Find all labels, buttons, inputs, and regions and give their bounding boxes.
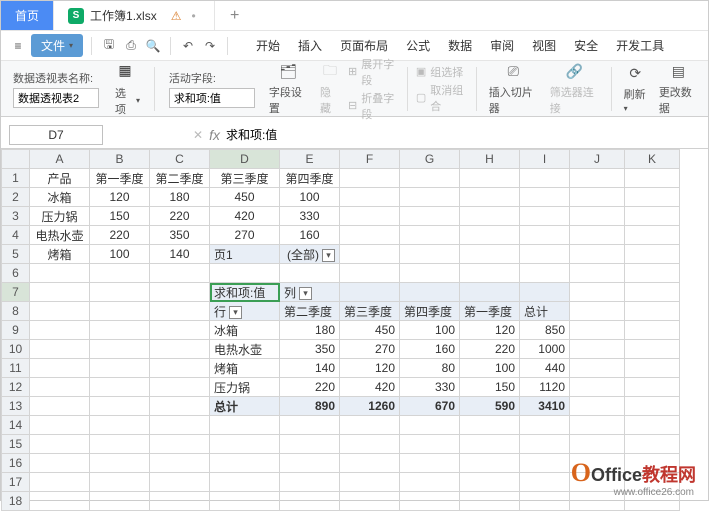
expand-icon: ⊞ xyxy=(348,65,357,78)
col-header[interactable]: J xyxy=(570,150,625,169)
select-all-corner[interactable] xyxy=(2,150,30,169)
menu-insert[interactable]: 插入 xyxy=(298,37,322,54)
col-header[interactable]: G xyxy=(400,150,460,169)
doc-title: 工作簿1.xlsx xyxy=(90,7,157,24)
row-header[interactable]: 17 xyxy=(2,473,30,492)
menu-start[interactable]: 开始 xyxy=(256,37,280,54)
print-icon[interactable]: ⎙ xyxy=(122,38,140,53)
row-header[interactable]: 14 xyxy=(2,416,30,435)
pivot-row-label[interactable]: 行▾ xyxy=(210,302,280,321)
slicer-conn-icon: 🔗 xyxy=(564,62,584,82)
col-header[interactable]: K xyxy=(625,150,680,169)
cell[interactable]: 第三季度 xyxy=(210,169,280,188)
expand-field-button: ⊞展开字段 xyxy=(348,56,399,88)
row-header[interactable]: 11 xyxy=(2,359,30,378)
row-header[interactable]: 8 xyxy=(2,302,30,321)
collapse-field-button: ⊟折叠字段 xyxy=(348,90,399,122)
col-header[interactable]: A xyxy=(30,150,90,169)
redo-icon[interactable]: ↷ xyxy=(201,39,219,53)
insert-slicer-button[interactable]: ⎚ 插入切片器 xyxy=(485,60,542,118)
col-header[interactable]: B xyxy=(90,150,150,169)
pivot-page-value[interactable]: (全部)▾ xyxy=(280,245,340,264)
app-menu-icon[interactable]: ≡ xyxy=(9,39,27,53)
hide-icon: 🗀 xyxy=(320,62,340,82)
refresh-icon: ⟳ xyxy=(625,64,645,84)
pivot-name-label: 数据透视表名称: xyxy=(13,70,93,86)
group-select-button: ▣组选择 xyxy=(416,64,468,80)
slicer-icon: ⎚ xyxy=(503,62,523,82)
field-settings-icon: 🗂 xyxy=(278,62,298,82)
col-header[interactable]: C xyxy=(150,150,210,169)
row-header[interactable]: 5 xyxy=(2,245,30,264)
active-field-input[interactable] xyxy=(169,88,255,108)
row-header[interactable]: 3 xyxy=(2,207,30,226)
pivot-col-label[interactable]: 列▾ xyxy=(280,283,340,302)
fx-cancel-icon[interactable]: ✕ xyxy=(193,128,203,142)
formula-input[interactable] xyxy=(226,128,526,142)
ungroup-button: ▢取消组合 xyxy=(416,82,468,114)
row-header[interactable]: 2 xyxy=(2,188,30,207)
pivot-values-label[interactable]: 求和项:值 xyxy=(210,283,280,302)
options-button[interactable]: 选项▾ xyxy=(115,85,140,117)
row-header[interactable]: 1 xyxy=(2,169,30,188)
save-icon[interactable]: 🖫 xyxy=(100,35,118,56)
pivot-page-field[interactable]: 页1 xyxy=(210,245,280,264)
name-box[interactable]: D7 xyxy=(9,125,103,145)
cell[interactable]: 第二季度 xyxy=(150,169,210,188)
row-header[interactable]: 16 xyxy=(2,454,30,473)
col-header[interactable]: H xyxy=(460,150,520,169)
slicer-conn-button: 🔗 筛选器连接 xyxy=(546,60,603,118)
active-field-label: 活动字段: xyxy=(169,70,216,86)
col-header[interactable]: D xyxy=(210,150,280,169)
dropdown-icon[interactable]: ▾ xyxy=(229,306,242,319)
dropdown-icon[interactable]: ▾ xyxy=(322,249,335,262)
group-icon: ▣ xyxy=(416,65,426,78)
row-header[interactable]: 10 xyxy=(2,340,30,359)
tab-add[interactable]: + xyxy=(215,1,255,30)
preview-icon[interactable]: 🔍 xyxy=(144,39,162,53)
file-menu[interactable]: 文件▾ xyxy=(31,34,83,57)
hide-button[interactable]: 🗀 隐藏 xyxy=(316,60,344,118)
options-icon: ▦ xyxy=(115,61,135,81)
tab-document[interactable]: S 工作簿1.xlsx ⚠ • xyxy=(54,1,215,30)
row-header[interactable]: 7 xyxy=(2,283,30,302)
pivot-name-input[interactable] xyxy=(13,88,99,108)
col-header[interactable]: I xyxy=(520,150,570,169)
row-header[interactable]: 18 xyxy=(2,492,30,511)
warning-icon: ⚠ xyxy=(171,9,182,23)
tab-home[interactable]: 首页 xyxy=(1,1,54,30)
menu-dev[interactable]: 开发工具 xyxy=(616,37,664,54)
spreadsheet-icon: S xyxy=(68,8,84,24)
change-data-icon: ▤ xyxy=(668,62,688,82)
menu-layout[interactable]: 页面布局 xyxy=(340,37,388,54)
ungroup-icon: ▢ xyxy=(416,91,426,104)
row-header[interactable]: 15 xyxy=(2,435,30,454)
field-settings-button[interactable]: 🗂 字段设置 xyxy=(265,60,312,118)
row-header[interactable]: 13 xyxy=(2,397,30,416)
cell[interactable]: 第四季度 xyxy=(280,169,340,188)
change-data-button[interactable]: ▤ 更改数据 xyxy=(655,60,702,118)
row-header[interactable]: 12 xyxy=(2,378,30,397)
watermark-url: www.office26.com xyxy=(614,487,694,498)
collapse-icon: ⊟ xyxy=(348,99,357,112)
menu-security[interactable]: 安全 xyxy=(574,37,598,54)
row-header[interactable]: 9 xyxy=(2,321,30,340)
col-header[interactable]: F xyxy=(340,150,400,169)
menu-formula[interactable]: 公式 xyxy=(406,37,430,54)
menu-review[interactable]: 审阅 xyxy=(490,37,514,54)
row-header[interactable]: 6 xyxy=(2,264,30,283)
col-header[interactable]: E xyxy=(280,150,340,169)
row-header[interactable]: 4 xyxy=(2,226,30,245)
refresh-button[interactable]: ⟳ 刷新▾ xyxy=(620,62,651,116)
cell[interactable]: 第一季度 xyxy=(90,169,150,188)
menu-view[interactable]: 视图 xyxy=(532,37,556,54)
cell[interactable]: 产品 xyxy=(30,169,90,188)
fx-icon[interactable]: fx xyxy=(209,127,220,143)
watermark-logo: OOffice教程网 xyxy=(571,458,696,488)
undo-icon[interactable]: ↶ xyxy=(179,39,197,53)
dropdown-icon[interactable]: ▾ xyxy=(299,287,312,300)
menu-data[interactable]: 数据 xyxy=(448,37,472,54)
tab-menu-icon[interactable]: • xyxy=(191,9,195,23)
